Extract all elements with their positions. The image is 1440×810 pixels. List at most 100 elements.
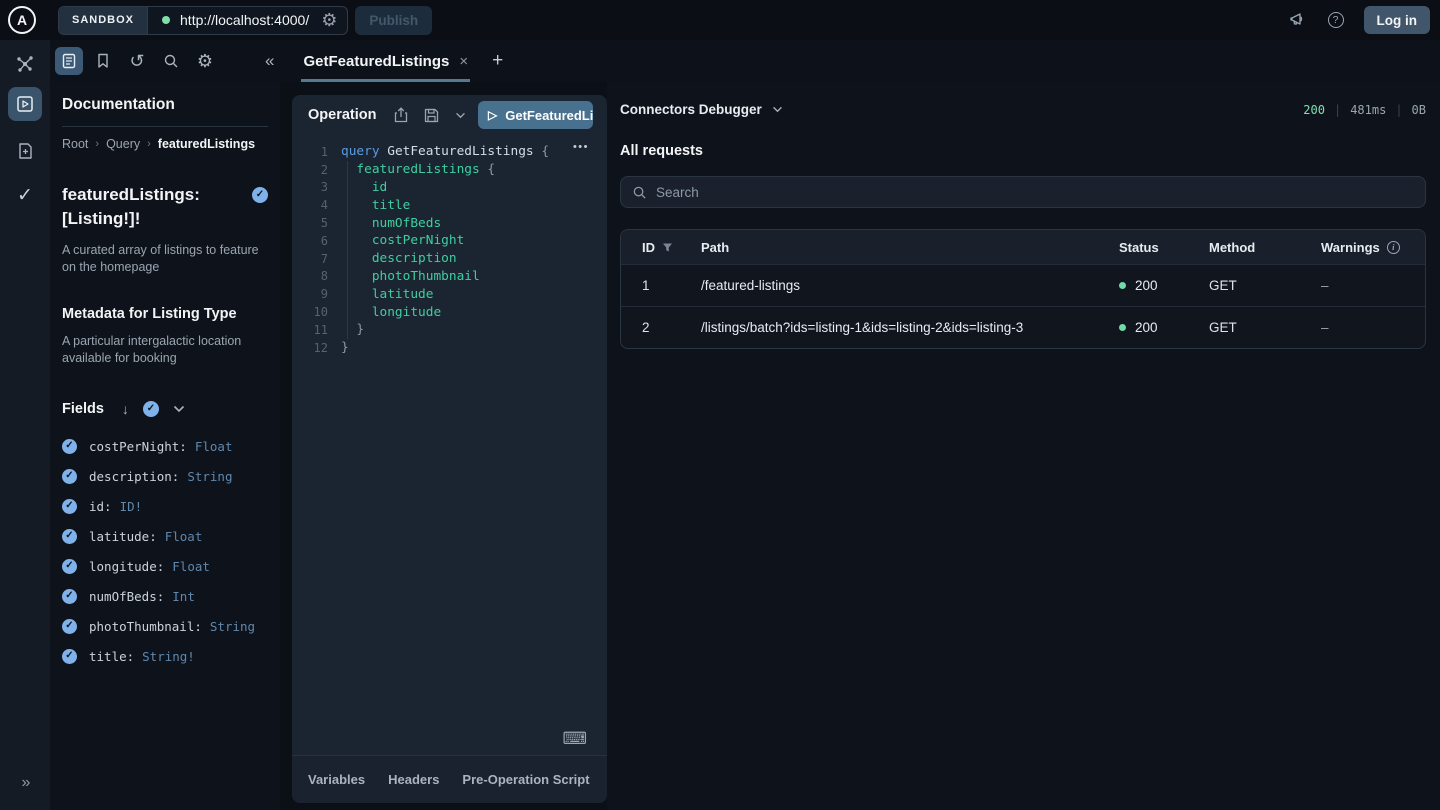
expand-sidebar-icon[interactable]: » — [22, 774, 29, 792]
field-title-type: [Listing!]! — [62, 207, 200, 231]
login-button[interactable]: Log in — [1364, 6, 1431, 34]
keyboard-shortcuts-icon[interactable]: ⌨ — [562, 730, 587, 747]
history-icon[interactable]: ↺ — [123, 47, 151, 75]
field-check-icon[interactable]: ✓ — [62, 619, 77, 634]
debugger-title: Connectors Debugger — [620, 102, 762, 117]
save-operation-icon[interactable] — [424, 108, 439, 123]
field-check-icon[interactable]: ✓ — [62, 559, 77, 574]
announcements-megaphone-icon[interactable] — [1290, 12, 1308, 28]
field-check-icon[interactable]: ✓ — [62, 589, 77, 604]
editor-overflow-menu-icon[interactable]: ••• — [573, 141, 589, 153]
warnings-info-icon[interactable]: i — [1387, 241, 1400, 254]
field-list-item[interactable]: ✓ latitude: Float — [62, 521, 268, 551]
line-code: longitude — [341, 305, 441, 320]
col-header-warnings[interactable]: Warnings i — [1321, 240, 1425, 255]
debugger-header: Connectors Debugger 200 | 481ms | 0B — [620, 102, 1426, 117]
requests-search-input[interactable] — [656, 185, 1414, 200]
connection-settings-gear-icon[interactable]: ⚙ — [321, 11, 337, 29]
select-all-fields-check-icon[interactable]: ✓ — [143, 401, 159, 417]
publish-button[interactable]: Publish — [355, 6, 432, 35]
field-check-icon[interactable]: ✓ — [62, 649, 77, 664]
run-play-icon: ▷ — [488, 108, 497, 122]
field-type: Float — [172, 559, 210, 574]
search-icon[interactable] — [157, 47, 185, 75]
saved-operations-bookmark-icon[interactable] — [89, 47, 117, 75]
request-row[interactable]: 1 /featured-listings 200 GET – — [621, 264, 1425, 306]
stat-divider: | — [1334, 103, 1341, 117]
operation-title: Operation — [308, 107, 376, 123]
readme-doc-plus-icon[interactable] — [8, 134, 42, 168]
col-header-id[interactable]: ID — [621, 240, 701, 255]
breadcrumb-root[interactable]: Root — [62, 137, 88, 151]
field-check-icon[interactable]: ✓ — [62, 499, 77, 514]
request-row[interactable]: 2 /listings/batch?ids=listing-1&ids=list… — [621, 306, 1425, 348]
save-menu-chevron-icon[interactable] — [455, 112, 466, 119]
line-code: numOfBeds — [341, 216, 441, 231]
fields-list: ✓ costPerNight: Float ✓ description: Str… — [62, 431, 268, 671]
endpoint-url-input[interactable]: http://localhost:4000/ — [180, 12, 309, 28]
collapse-panel-icon[interactable]: « — [265, 51, 272, 71]
code-line: 9 latitude — [292, 285, 607, 303]
col-header-status[interactable]: Status — [1119, 240, 1209, 255]
explorer-nav-icon[interactable] — [8, 87, 42, 121]
share-operation-icon[interactable] — [394, 107, 408, 123]
field-name: longitude: — [89, 559, 164, 574]
operation-tab[interactable]: GetFeaturedListings × — [301, 40, 470, 82]
request-path: /featured-listings — [701, 278, 1119, 293]
col-header-path[interactable]: Path — [701, 240, 1119, 255]
settings-gear-icon[interactable]: ⚙ — [191, 47, 219, 75]
field-name: numOfBeds: — [89, 589, 164, 604]
request-method: GET — [1209, 320, 1321, 335]
field-type: Int — [172, 589, 195, 604]
sort-down-arrow-icon[interactable]: ↓ — [122, 401, 129, 417]
field-list-item[interactable]: ✓ numOfBeds: Int — [62, 581, 268, 611]
debugger-view-chevron-icon[interactable] — [772, 106, 783, 113]
field-list-item[interactable]: ✓ photoThumbnail: String — [62, 611, 268, 641]
line-number: 6 — [292, 234, 328, 248]
code-line: 3 id — [292, 179, 607, 197]
fields-collapse-chevron-icon[interactable] — [173, 405, 185, 413]
topbar-right: ? Log in — [1290, 6, 1440, 34]
field-name: description: — [89, 469, 179, 484]
new-tab-button[interactable]: + — [492, 50, 503, 72]
breadcrumb-query[interactable]: Query — [106, 137, 140, 151]
field-list-item[interactable]: ✓ title: String! — [62, 641, 268, 671]
footer-tab[interactable]: Pre-Operation Script — [462, 772, 589, 787]
help-icon[interactable]: ? — [1328, 12, 1344, 28]
requests-search-box[interactable] — [620, 176, 1426, 208]
field-list-item[interactable]: ✓ id: ID! — [62, 491, 268, 521]
all-requests-title: All requests — [620, 143, 1426, 159]
checklist-icon[interactable]: ✓ — [17, 184, 33, 207]
field-added-check-icon[interactable]: ✓ — [252, 187, 268, 203]
filter-funnel-icon[interactable] — [662, 242, 673, 253]
field-check-icon[interactable]: ✓ — [62, 469, 77, 484]
schema-graph-icon[interactable] — [15, 54, 35, 74]
col-header-warnings-label: Warnings — [1321, 240, 1380, 255]
fields-label: Fields — [62, 401, 104, 417]
operation-tab-label: GetFeaturedListings — [303, 53, 449, 70]
field-list-item[interactable]: ✓ longitude: Float — [62, 551, 268, 581]
footer-tab[interactable]: Headers — [388, 772, 439, 787]
field-check-icon[interactable]: ✓ — [62, 529, 77, 544]
run-operation-button[interactable]: ▷ GetFeaturedListings — [478, 101, 593, 129]
col-header-method[interactable]: Method — [1209, 240, 1321, 255]
request-id: 1 — [621, 278, 701, 293]
code-line: 6 costPerNight — [292, 232, 607, 250]
line-number: 2 — [292, 163, 328, 177]
tab-close-icon[interactable]: × — [459, 53, 468, 70]
response-size: 0B — [1412, 103, 1426, 117]
apollo-logo[interactable]: A — [8, 6, 36, 34]
active-tab-underline — [301, 79, 470, 82]
line-code: photoThumbnail — [341, 269, 480, 284]
code-line: 8 photoThumbnail — [292, 268, 607, 286]
documentation-panel-icon[interactable] — [55, 47, 83, 75]
field-list-item[interactable]: ✓ costPerNight: Float — [62, 431, 268, 461]
field-list-item[interactable]: ✓ description: String — [62, 461, 268, 491]
field-name: photoThumbnail: — [89, 619, 202, 634]
graphql-code-editor[interactable]: ••• 1 query GetFeaturedListings { 2 feat… — [292, 135, 607, 755]
request-status: 200 — [1119, 320, 1209, 335]
footer-tab[interactable]: Variables — [308, 772, 365, 787]
field-check-icon[interactable]: ✓ — [62, 439, 77, 454]
breadcrumb: Root › Query › featuredListings — [62, 137, 268, 151]
field-description: A curated array of listings to feature o… — [62, 242, 267, 276]
